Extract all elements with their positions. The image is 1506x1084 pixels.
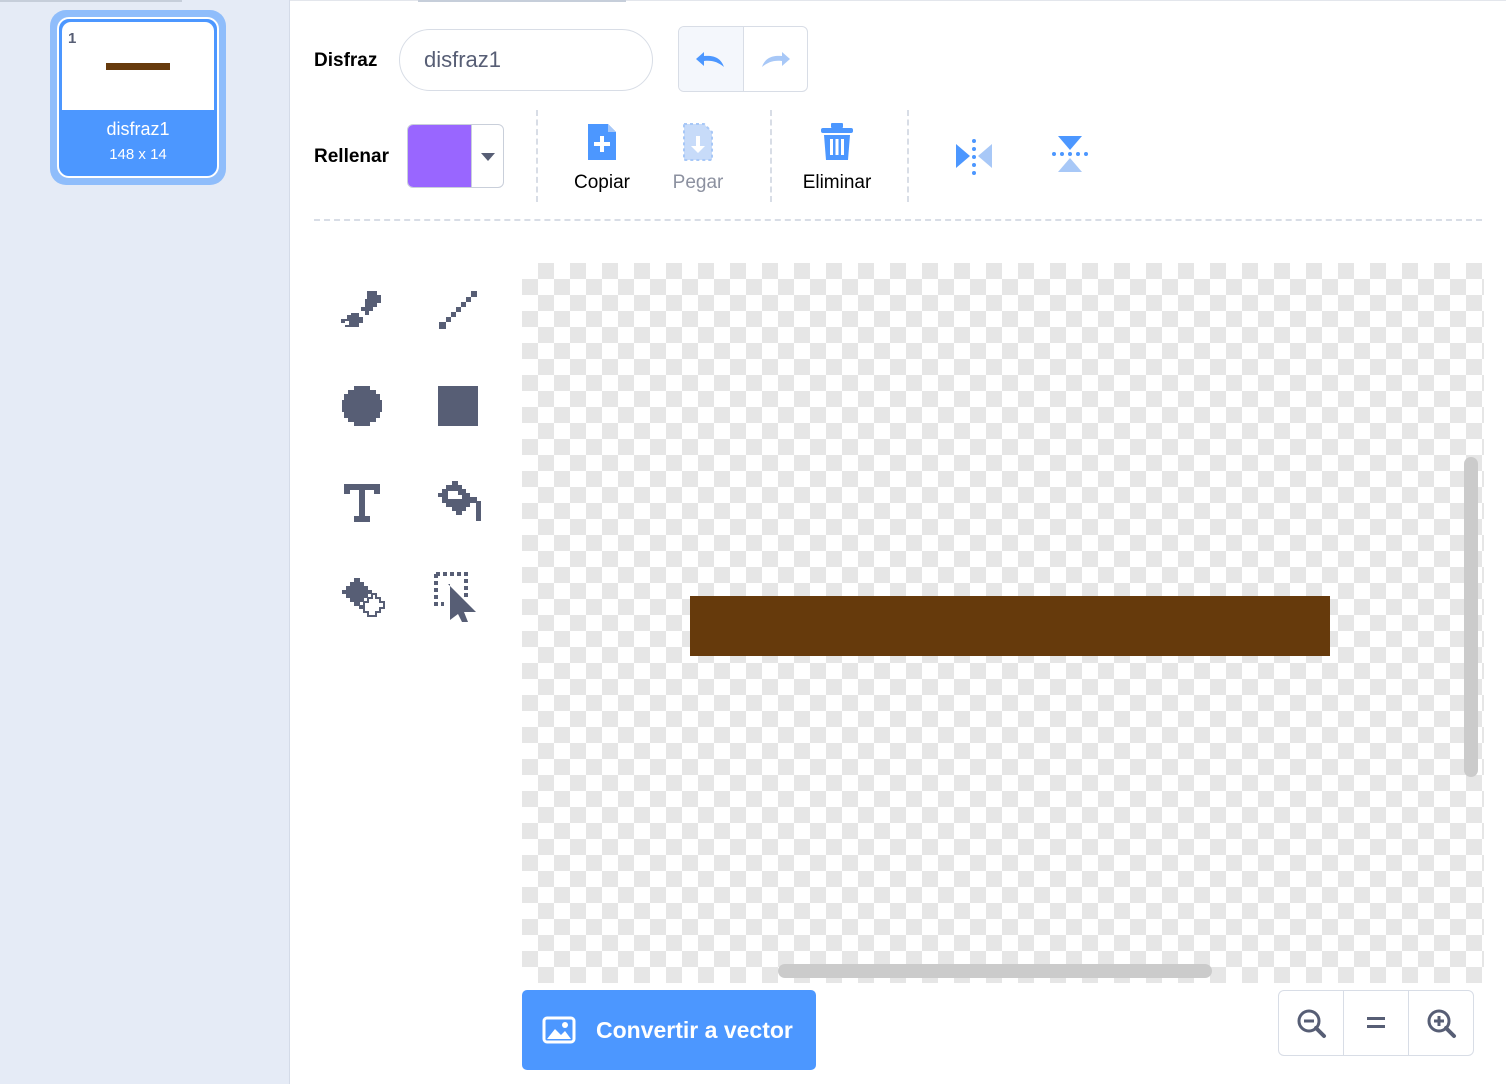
zoom-in-button[interactable]: [1408, 991, 1473, 1055]
select-icon: [434, 572, 476, 622]
line-tool[interactable]: [428, 280, 488, 340]
convert-label: Convertir a vector: [596, 1016, 793, 1043]
image-icon: [542, 1016, 576, 1044]
chevron-down-icon: [481, 153, 495, 161]
flip-horizontal-icon: [956, 139, 992, 175]
copy-icon: [588, 124, 616, 160]
horizontal-scrollbar[interactable]: [778, 964, 1212, 978]
undo-redo-group: [678, 26, 808, 92]
trash-icon: [821, 123, 853, 160]
costume-item-selected[interactable]: 1 disfraz1 148 x 14: [50, 10, 226, 185]
equals-icon: [1367, 1017, 1385, 1028]
paint-canvas[interactable]: [522, 263, 1484, 983]
copy-label: Copiar: [574, 172, 630, 193]
undo-icon: [695, 52, 724, 67]
delete-button[interactable]: Eliminar: [796, 120, 878, 194]
redo-icon: [762, 52, 791, 67]
costume-number: 1: [68, 30, 77, 47]
paste-icon: [683, 123, 713, 161]
circle-tool[interactable]: [332, 376, 392, 436]
fill-color-picker[interactable]: [407, 124, 504, 188]
eraser-tool[interactable]: [332, 568, 392, 628]
rectangle-icon: [438, 386, 478, 426]
tab-indicator: [418, 0, 626, 2]
zoom-reset-button[interactable]: [1343, 991, 1408, 1055]
zoom-in-icon: [1427, 1009, 1456, 1038]
delete-label: Eliminar: [802, 172, 872, 193]
brush-icon: [341, 291, 381, 327]
thumbnail-shape: [106, 63, 170, 70]
eraser-icon: [342, 578, 385, 617]
costume-size: 148 x 14: [109, 146, 167, 163]
flip-horizontal-button[interactable]: [950, 136, 998, 176]
costume-label: Disfraz: [314, 50, 378, 71]
vertical-scrollbar[interactable]: [1464, 457, 1478, 777]
line-icon: [439, 291, 477, 329]
convert-to-vector-button[interactable]: Convertir a vector: [522, 990, 816, 1070]
rectangle-tool[interactable]: [428, 376, 488, 436]
flip-vertical-button[interactable]: [1048, 132, 1092, 180]
fill-color-swatch: [408, 125, 472, 187]
scroll-indicator: [0, 0, 182, 2]
fill-label: Rellenar: [314, 146, 389, 167]
costume-list-panel: 1 disfraz1 148 x 14: [0, 0, 290, 1084]
paint-bucket-icon: [438, 481, 481, 521]
zoom-out-icon: [1297, 1009, 1326, 1038]
toolbar-divider: [907, 110, 909, 202]
circle-icon: [342, 386, 382, 426]
costume-name-input[interactable]: [399, 29, 653, 91]
paste-button[interactable]: Pegar: [662, 120, 734, 194]
undo-button[interactable]: [679, 27, 744, 91]
costume-name: disfraz1: [106, 119, 170, 139]
select-tool[interactable]: [428, 568, 488, 628]
copy-button[interactable]: Copiar: [566, 120, 638, 194]
text-tool[interactable]: [332, 472, 392, 532]
toolbar-bottom-divider: [314, 219, 1482, 221]
toolbar-divider: [536, 110, 538, 202]
zoom-controls: [1278, 990, 1474, 1056]
canvas-brown-bar[interactable]: [690, 596, 1330, 656]
paste-label: Pegar: [672, 172, 724, 193]
redo-button[interactable]: [744, 27, 808, 91]
text-icon: [344, 484, 380, 522]
costume-thumbnail: 1: [62, 22, 214, 110]
toolbar-divider: [770, 110, 772, 202]
flip-vertical-icon: [1052, 136, 1088, 172]
brush-tool[interactable]: [332, 280, 392, 340]
fill-tool[interactable]: [428, 472, 488, 532]
zoom-out-button[interactable]: [1279, 991, 1343, 1055]
costume-item-body[interactable]: 1 disfraz1 148 x 14: [57, 17, 219, 178]
